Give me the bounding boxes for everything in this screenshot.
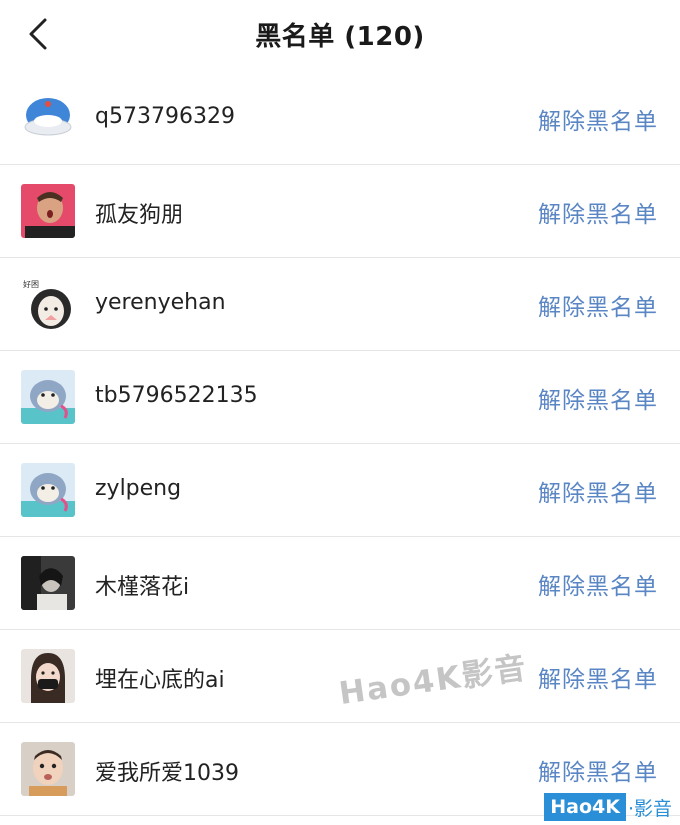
unblock-button[interactable]: 解除黑名单	[538, 753, 658, 787]
avatar[interactable]	[21, 742, 75, 796]
corner-badge-box: Hao4K	[544, 793, 626, 821]
user-name: 孤友狗朋	[95, 203, 184, 228]
user-name: yerenyehan	[95, 290, 226, 315]
list-item: 孤友狗朋 解除黑名单	[0, 165, 680, 258]
list-item: 木槿落花i 解除黑名单	[0, 537, 680, 630]
unblock-button[interactable]: 解除黑名单	[538, 567, 658, 601]
nav-bar: 黑名单 (120)	[0, 0, 680, 72]
avatar[interactable]	[21, 184, 75, 238]
list-item: zylpeng 解除黑名单	[0, 444, 680, 537]
unblock-button[interactable]: 解除黑名单	[538, 288, 658, 322]
user-name: zylpeng	[95, 476, 182, 501]
user-name: 埋在心底的ai	[95, 668, 225, 693]
unblock-button[interactable]: 解除黑名单	[538, 102, 658, 136]
list-item: tb5796522135 解除黑名单	[0, 351, 680, 444]
avatar[interactable]	[21, 649, 75, 703]
avatar[interactable]	[21, 370, 75, 424]
unblock-button[interactable]: 解除黑名单	[538, 474, 658, 508]
unblock-button[interactable]: 解除黑名单	[538, 381, 658, 415]
avatar[interactable]: 好困	[21, 277, 75, 331]
user-name: 爱我所爱1039	[95, 761, 239, 786]
list-item: 好困 yerenyehan 解除黑名单	[0, 258, 680, 351]
avatar[interactable]	[21, 556, 75, 610]
svg-text:好困: 好困	[23, 279, 39, 289]
page-title: 黑名单 (120)	[255, 22, 425, 52]
unblock-button[interactable]: 解除黑名单	[538, 195, 658, 229]
corner-badge: Hao4K ·影音	[544, 793, 672, 821]
user-name: tb5796522135	[95, 383, 258, 408]
corner-badge-tail: ·影音	[627, 797, 672, 820]
user-name: q573796329	[95, 104, 235, 129]
list-item: q573796329 解除黑名单	[0, 72, 680, 165]
unblock-button[interactable]: 解除黑名单	[538, 660, 658, 694]
avatar[interactable]	[21, 463, 75, 517]
user-name: 木槿落花i	[95, 575, 190, 600]
avatar[interactable]	[21, 91, 75, 145]
